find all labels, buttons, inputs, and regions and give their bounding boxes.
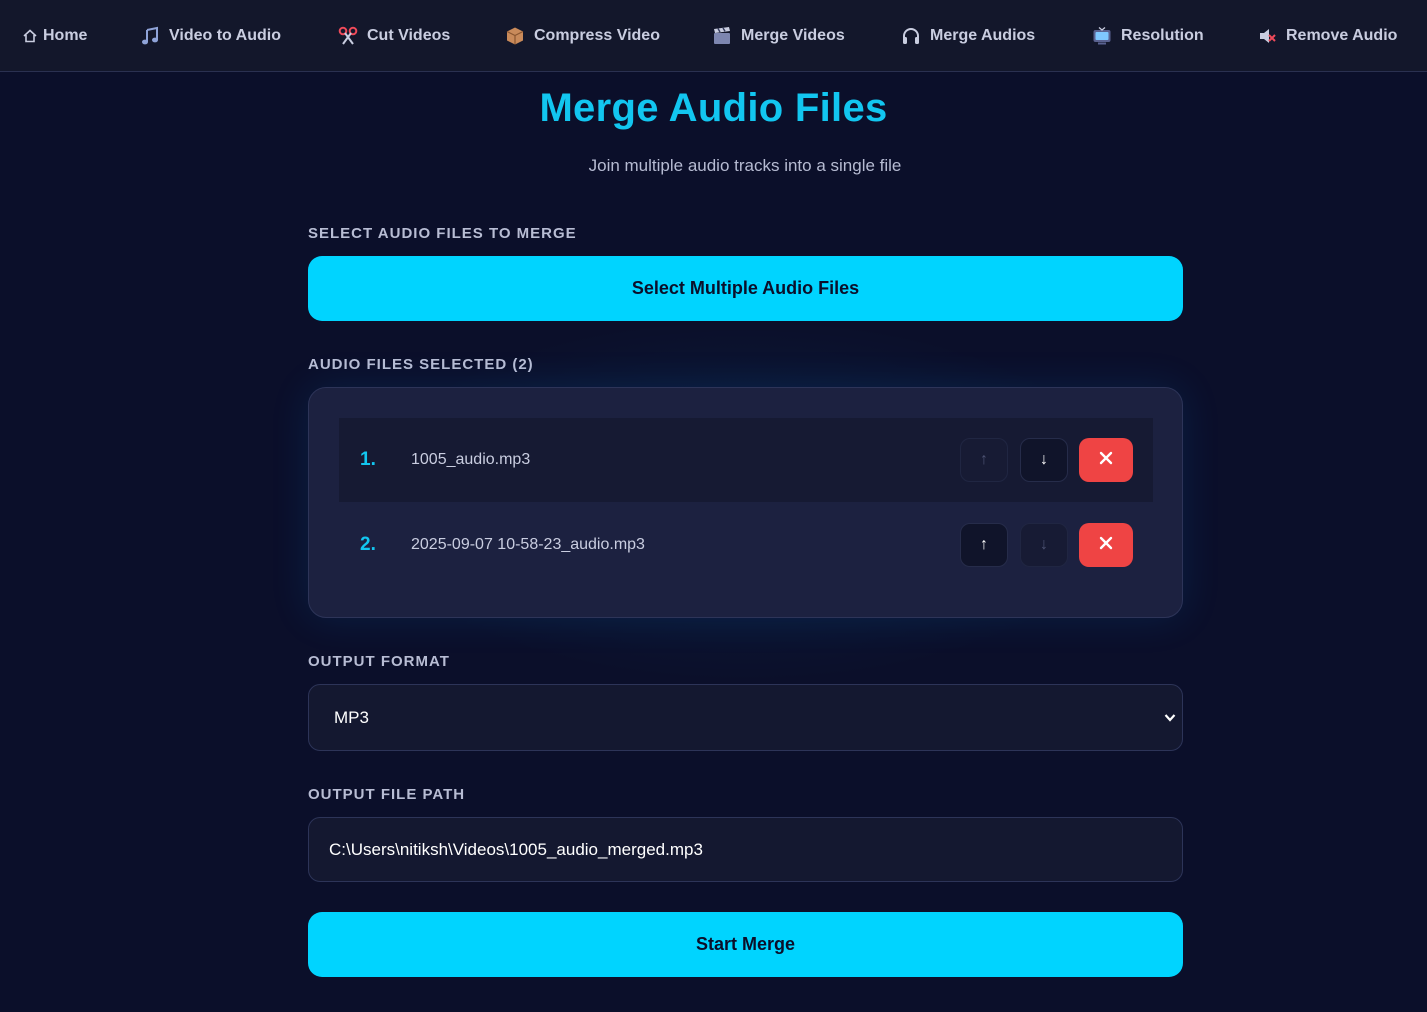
output-path-label: OUTPUT FILE PATH bbox=[308, 786, 466, 803]
file-list-item: 2. 2025-09-07 10-58-23_audio.mp3 ↑ ↓ bbox=[339, 503, 1153, 587]
nav-item-video-to-audio[interactable]: Video to Audio bbox=[140, 0, 281, 71]
chevron-down-icon bbox=[1164, 709, 1176, 732]
move-down-button[interactable]: ↓ bbox=[1020, 438, 1068, 482]
page-title: Merge Audio Files bbox=[539, 86, 888, 130]
close-icon bbox=[1099, 451, 1113, 470]
nav-item-merge-videos[interactable]: Merge Videos bbox=[712, 0, 845, 71]
file-number: 2. bbox=[360, 534, 376, 555]
move-down-button[interactable]: ↓ bbox=[1020, 523, 1068, 567]
file-list: 1. 1005_audio.mp3 ↑ ↓ 2. 2025-09-07 10-5… bbox=[308, 387, 1183, 618]
files-selected-label: AUDIO FILES SELECTED (2) bbox=[308, 356, 534, 373]
select-audio-files-button[interactable]: Select Multiple Audio Files bbox=[308, 256, 1183, 321]
file-list-item: 1. 1005_audio.mp3 ↑ ↓ bbox=[339, 418, 1153, 502]
file-number: 1. bbox=[360, 449, 376, 470]
nav-label: Resolution bbox=[1121, 26, 1204, 44]
nav-item-merge-audios[interactable]: Merge Audios bbox=[901, 0, 1035, 71]
nav-item-compress-video[interactable]: Compress Video bbox=[505, 0, 660, 71]
music-note-icon bbox=[140, 26, 160, 46]
nav-label: Remove Audio bbox=[1286, 26, 1398, 44]
close-icon bbox=[1099, 536, 1113, 555]
nav-item-cut-videos[interactable]: Cut Videos bbox=[338, 0, 450, 71]
top-nav: Home Video to Audio Cut Videos Compress … bbox=[0, 0, 1427, 72]
nav-label: Home bbox=[43, 26, 88, 44]
remove-file-button[interactable] bbox=[1079, 438, 1133, 482]
select-files-label: SELECT AUDIO FILES TO MERGE bbox=[308, 225, 577, 242]
move-up-button[interactable]: ↑ bbox=[960, 438, 1008, 482]
remove-file-button[interactable] bbox=[1079, 523, 1133, 567]
file-name: 2025-09-07 10-58-23_audio.mp3 bbox=[411, 536, 645, 553]
nav-label: Compress Video bbox=[534, 26, 660, 44]
output-format-select[interactable]: MP3 bbox=[308, 684, 1183, 751]
output-format-label: OUTPUT FORMAT bbox=[308, 653, 450, 670]
page-subtitle: Join multiple audio tracks into a single… bbox=[588, 156, 902, 175]
move-up-button[interactable]: ↑ bbox=[960, 523, 1008, 567]
package-icon bbox=[505, 26, 525, 46]
output-path-input[interactable] bbox=[308, 817, 1183, 882]
start-merge-button[interactable]: Start Merge bbox=[308, 912, 1183, 977]
television-icon bbox=[1092, 26, 1112, 46]
home-icon bbox=[20, 26, 40, 46]
nav-label: Cut Videos bbox=[367, 26, 451, 44]
nav-item-resolution[interactable]: Resolution bbox=[1092, 0, 1204, 71]
nav-item-home[interactable]: Home bbox=[20, 0, 87, 71]
output-format-value: MP3 bbox=[334, 707, 369, 727]
muted-speaker-icon bbox=[1257, 26, 1277, 46]
file-name: 1005_audio.mp3 bbox=[411, 451, 531, 468]
headphones-icon bbox=[901, 26, 921, 46]
arrow-down-icon: ↓ bbox=[1040, 536, 1048, 553]
nav-item-remove-audio[interactable]: Remove Audio bbox=[1257, 0, 1397, 71]
nav-label: Merge Audios bbox=[930, 26, 1036, 44]
scissors-icon bbox=[338, 26, 358, 46]
arrow-up-icon: ↑ bbox=[980, 536, 988, 553]
nav-label: Merge Videos bbox=[741, 26, 845, 44]
nav-label: Video to Audio bbox=[169, 26, 281, 44]
arrow-down-icon: ↓ bbox=[1040, 451, 1048, 468]
clapperboard-icon bbox=[712, 26, 732, 46]
arrow-up-icon: ↑ bbox=[980, 451, 988, 468]
